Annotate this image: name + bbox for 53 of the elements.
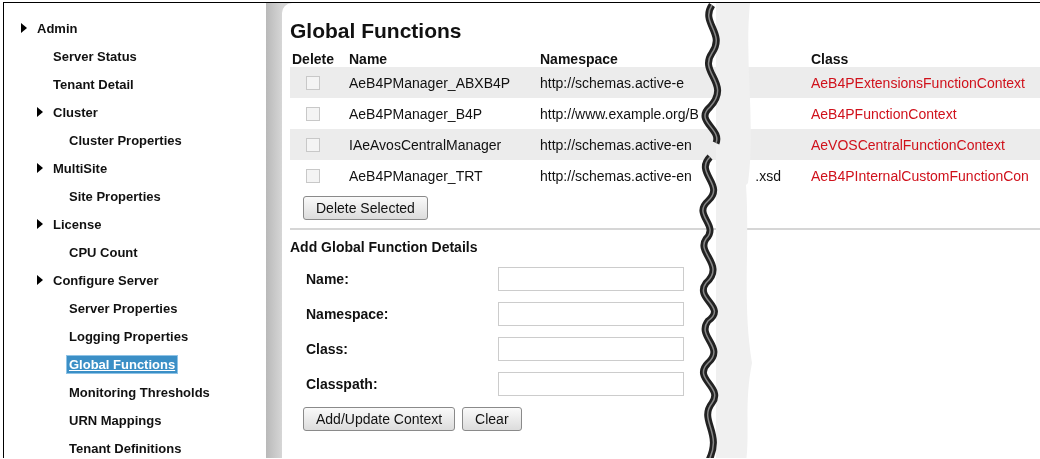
table-cell: .xsd	[755, 167, 781, 184]
nav-link[interactable]: License	[51, 215, 104, 233]
section-title: Add Global Function Details	[290, 239, 479, 255]
nav-link[interactable]: Monitoring Thresholds	[67, 383, 212, 401]
nav-link[interactable]: Cluster Properties	[67, 131, 184, 149]
table-cell: IAeAvosCentralManager	[349, 136, 502, 153]
field-label: Namespace:	[305, 305, 390, 322]
column-header: Namespace	[540, 50, 619, 67]
delete-checkbox[interactable]	[306, 137, 320, 152]
field-label: Name:	[305, 270, 350, 287]
nav-link[interactable]: Global Functions	[67, 355, 178, 373]
input-field[interactable]	[498, 371, 684, 396]
delete-selected-button[interactable]: Delete Selected	[303, 196, 428, 220]
column-header: Name	[349, 50, 389, 67]
nav-link[interactable]: CPU Count	[67, 243, 140, 261]
input-field[interactable]	[498, 301, 684, 326]
expand-arrow-icon[interactable]	[21, 23, 27, 33]
nav-link[interactable]: Configure Server	[51, 271, 161, 289]
column-header: Delete	[291, 50, 336, 67]
expand-arrow-icon[interactable]	[37, 219, 43, 229]
expand-arrow-icon[interactable]	[37, 275, 43, 285]
table-cell: http://www.example.org/B	[540, 105, 699, 122]
nav-link[interactable]: MultiSite	[51, 159, 110, 177]
nav-link[interactable]: URN Mappings	[67, 411, 164, 429]
page-title: Global Functions	[290, 19, 463, 43]
delete-checkbox[interactable]	[306, 75, 320, 90]
form-button[interactable]: Add/Update Context	[303, 407, 456, 431]
class-link[interactable]: AeB4PInternalCustomFunctionCon	[811, 167, 1029, 184]
nav-link[interactable]: Tenant Definitions	[67, 439, 184, 457]
field-label: Classpath:	[305, 375, 379, 392]
field-label: Class:	[305, 340, 350, 357]
delete-checkbox[interactable]	[306, 168, 320, 183]
nav-link[interactable]: Server Properties	[67, 299, 180, 317]
column-header: Class	[811, 50, 850, 67]
delete-checkbox[interactable]	[306, 106, 320, 121]
nav-link[interactable]: Cluster	[51, 103, 100, 121]
expand-arrow-icon[interactable]	[37, 163, 43, 173]
expand-arrow-icon[interactable]	[37, 107, 43, 117]
class-link[interactable]: AeB4PFunctionContext	[811, 105, 957, 122]
table-cell: http://schemas.active-e	[540, 74, 684, 91]
table-cell: AeB4PManager_ABXB4P	[349, 74, 511, 91]
input-field[interactable]	[498, 336, 684, 361]
nav-link[interactable]: Tenant Detail	[51, 75, 136, 93]
table-cell: AeB4PManager_TRT	[349, 167, 483, 184]
nav-link[interactable]: Server Status	[51, 47, 139, 65]
form-button[interactable]: Clear	[462, 407, 522, 431]
table-cell: AeB4PManager_B4P	[349, 105, 483, 122]
nav-link[interactable]: Site Properties	[67, 187, 163, 205]
nav-link[interactable]: Admin	[35, 19, 80, 37]
nav-link[interactable]: Logging Properties	[67, 327, 191, 345]
input-field[interactable]	[498, 266, 684, 291]
table-cell: http://schemas.active-en	[540, 167, 692, 184]
table-cell: http://schemas.active-en	[540, 136, 692, 153]
